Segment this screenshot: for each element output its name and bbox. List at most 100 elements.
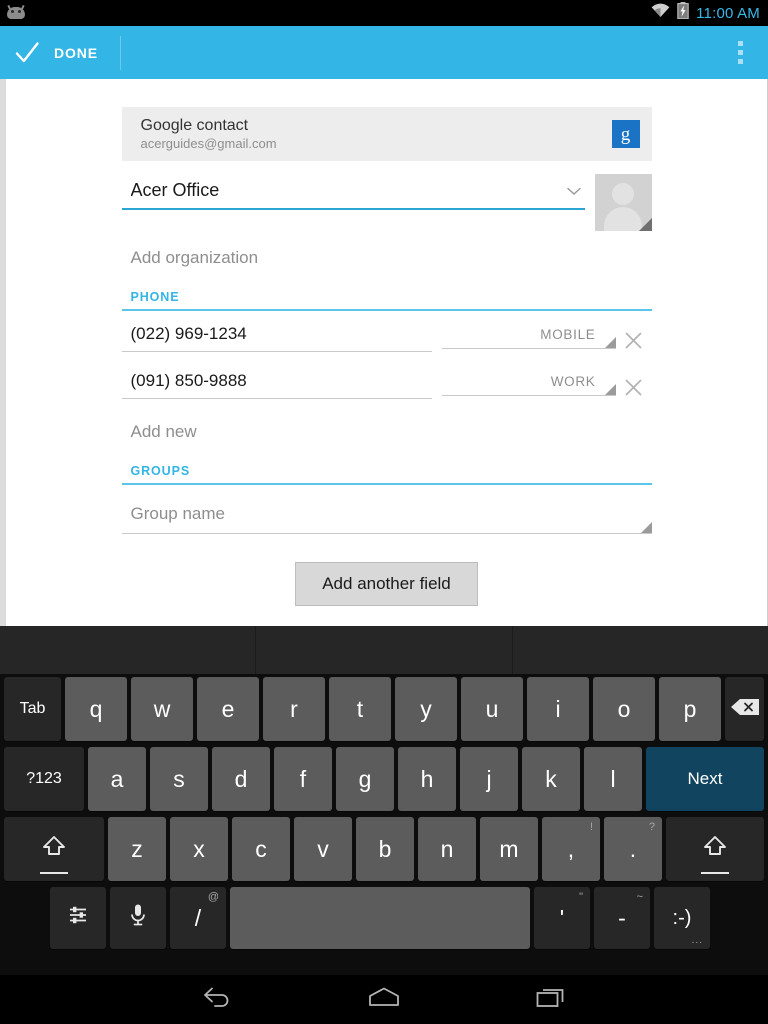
close-icon — [625, 379, 642, 395]
key-shift-right[interactable] — [666, 817, 764, 881]
suggestion-slot-2[interactable] — [255, 626, 511, 674]
group-name-placeholder: Group name — [130, 504, 226, 523]
key-s[interactable]: s — [150, 747, 208, 811]
key-period[interactable]: . ? — [604, 817, 662, 881]
keyboard-row-2: ?123 a s d f g h j k l Next — [0, 744, 768, 814]
key-t[interactable]: t — [329, 677, 391, 741]
back-button[interactable] — [190, 980, 244, 1020]
key-p[interactable]: p — [659, 677, 721, 741]
phone-type-spinner-2[interactable]: WORK — [441, 367, 616, 396]
key-space[interactable] — [230, 887, 530, 949]
key-e[interactable]: e — [197, 677, 259, 741]
key-comma-alt: ! — [589, 821, 593, 833]
key-v[interactable]: v — [294, 817, 352, 881]
key-comma[interactable]: , ! — [542, 817, 600, 881]
delete-phone-1-button[interactable] — [616, 322, 652, 358]
key-r[interactable]: r — [263, 677, 325, 741]
suggestion-slot-3[interactable] — [511, 626, 768, 674]
phone-type-rule-2 — [441, 395, 616, 396]
phone-type-label-2: WORK — [550, 374, 596, 389]
add-new-phone-field[interactable]: Add new — [122, 405, 652, 456]
key-emoticon-label: :-) — [672, 906, 692, 929]
home-button[interactable] — [357, 980, 411, 1020]
key-keyboard-settings[interactable] — [50, 887, 106, 949]
key-voice-input[interactable] — [110, 887, 166, 949]
group-rule — [121, 533, 652, 534]
key-z[interactable]: z — [108, 817, 166, 881]
shift-icon — [703, 835, 727, 863]
key-symbols[interactable]: ?123 — [4, 747, 84, 811]
key-f[interactable]: f — [274, 747, 332, 811]
account-header[interactable]: Google contact acerguides@gmail.com g — [121, 107, 652, 161]
check-icon — [14, 40, 40, 66]
key-o[interactable]: o — [593, 677, 655, 741]
phone-value-wrapper-1: (022) 969-1234 — [121, 320, 432, 352]
key-c[interactable]: c — [232, 817, 290, 881]
contact-edit-card: Google contact acerguides@gmail.com g Ac… — [6, 79, 768, 626]
key-hyphen[interactable]: - ~ — [594, 887, 650, 949]
keyboard-row-1: Tab q w e r t y u i o p — [0, 674, 768, 744]
key-apostrophe-label: ' — [559, 904, 565, 931]
key-shift-left[interactable] — [4, 817, 104, 881]
done-button[interactable]: DONE — [0, 26, 120, 79]
key-x[interactable]: x — [170, 817, 228, 881]
content-area: Google contact acerguides@gmail.com g Ac… — [0, 79, 768, 626]
spinner-triangle-icon — [640, 522, 652, 533]
account-email-label: acerguides@gmail.com — [140, 135, 277, 151]
phone-row-1: (022) 969-1234 MOBILE — [121, 311, 652, 358]
done-label: DONE — [54, 44, 99, 61]
key-l[interactable]: l — [584, 747, 642, 811]
key-tab[interactable]: Tab — [4, 677, 61, 741]
name-field-underline — [121, 208, 585, 210]
key-g[interactable]: g — [336, 747, 394, 811]
delete-phone-2-button[interactable] — [616, 369, 652, 405]
key-h[interactable]: h — [398, 747, 456, 811]
key-w[interactable]: w — [131, 677, 193, 741]
key-j[interactable]: j — [460, 747, 518, 811]
key-a[interactable]: a — [88, 747, 146, 811]
groups-row: Group name — [121, 485, 652, 534]
key-emoticon[interactable]: :-) ... — [654, 887, 710, 949]
name-input[interactable] — [121, 174, 585, 208]
key-apostrophe[interactable]: ' " — [534, 887, 590, 949]
key-next[interactable]: Next — [646, 747, 764, 811]
contact-form: Google contact acerguides@gmail.com g Ac… — [121, 79, 652, 606]
suggestion-slot-1[interactable] — [0, 626, 255, 674]
navigation-bar — [0, 975, 768, 1024]
key-k[interactable]: k — [522, 747, 580, 811]
key-i[interactable]: i — [527, 677, 589, 741]
phone-type-spinner-1[interactable]: MOBILE — [441, 320, 616, 349]
contact-photo-placeholder-icon[interactable] — [594, 174, 652, 231]
overflow-menu-icon[interactable] — [712, 26, 768, 79]
key-q[interactable]: q — [65, 677, 127, 741]
key-u[interactable]: u — [461, 677, 523, 741]
spinner-triangle-icon — [604, 337, 616, 348]
back-icon — [202, 986, 232, 1013]
key-d[interactable]: d — [212, 747, 270, 811]
battery-charging-icon — [677, 2, 689, 24]
key-m[interactable]: m — [480, 817, 538, 881]
name-row — [121, 161, 652, 231]
key-backspace[interactable] — [725, 677, 764, 741]
home-icon — [368, 986, 400, 1013]
add-organization-field[interactable]: Add organization — [122, 231, 652, 282]
add-another-field-button[interactable]: Add another field — [295, 562, 478, 606]
key-hyphen-alt: ~ — [636, 891, 643, 903]
account-text-block: Google contact acerguides@gmail.com — [141, 116, 277, 153]
key-y[interactable]: y — [395, 677, 457, 741]
close-icon — [625, 332, 642, 348]
key-b[interactable]: b — [356, 817, 414, 881]
group-name-spinner[interactable]: Group name — [121, 494, 652, 534]
phone-number-2[interactable]: (091) 850-9888 — [122, 367, 432, 398]
key-n[interactable]: n — [418, 817, 476, 881]
android-robot-icon — [6, 4, 26, 21]
key-apostrophe-alt: " — [579, 891, 583, 903]
keyboard-settings-icon — [67, 904, 89, 932]
recent-apps-button[interactable] — [524, 980, 578, 1020]
phone-number-1[interactable]: (022) 969-1234 — [122, 320, 432, 351]
action-bar: DONE — [0, 26, 768, 79]
status-bar-right: 11:00 AM — [651, 2, 760, 24]
status-bar: 11:00 AM — [0, 0, 768, 26]
key-slash[interactable]: / @ — [170, 887, 226, 949]
key-period-alt: ? — [648, 821, 655, 833]
